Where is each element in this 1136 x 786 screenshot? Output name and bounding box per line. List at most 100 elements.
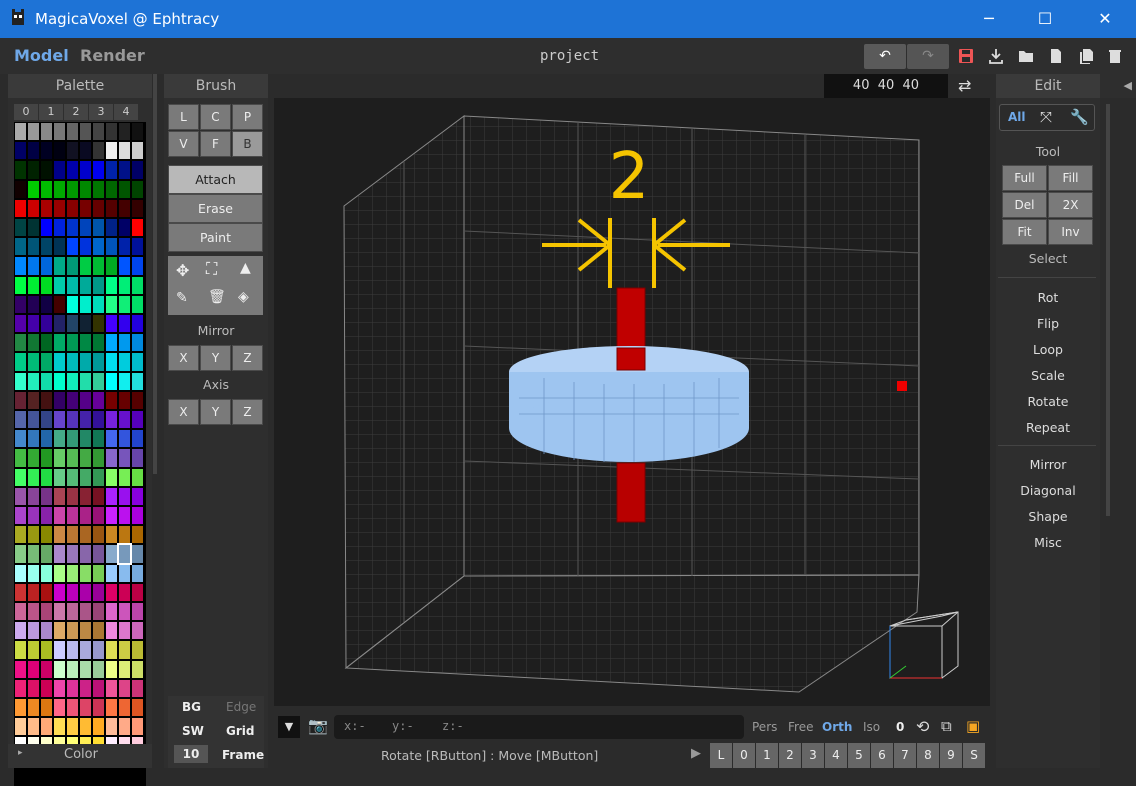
palette-swatch[interactable] [28, 199, 39, 217]
palette-swatch[interactable] [54, 276, 65, 294]
palette-swatch[interactable] [132, 679, 143, 697]
palette-swatch[interactable] [41, 315, 52, 333]
new-file-icon[interactable] [1047, 48, 1065, 66]
palette-swatch[interactable] [28, 276, 39, 294]
palette-swatch[interactable] [28, 334, 39, 352]
palette-swatch[interactable] [15, 180, 26, 198]
palette-swatch[interactable] [41, 430, 52, 448]
palette-swatch[interactable] [106, 622, 117, 640]
palette-swatch[interactable] [41, 660, 52, 678]
palette-swatch[interactable] [93, 123, 104, 141]
select-label[interactable]: Select [996, 251, 1100, 266]
palette-swatch[interactable] [93, 315, 104, 333]
palette-swatch[interactable] [119, 161, 130, 179]
palette-swatch[interactable] [67, 487, 78, 505]
palette-swatch[interactable] [28, 603, 39, 621]
cursor-icon[interactable]: ▲ [240, 260, 251, 276]
palette-swatch[interactable] [67, 142, 78, 160]
palette-swatch[interactable] [132, 411, 143, 429]
view-iso[interactable]: Iso [863, 720, 880, 734]
palette-swatch[interactable] [119, 679, 130, 697]
palette-swatch[interactable] [119, 699, 130, 717]
palette-swatch[interactable] [132, 257, 143, 275]
palette-swatch[interactable] [93, 353, 104, 371]
bg-toggle[interactable]: BG [182, 700, 201, 714]
frame-5-button[interactable]: 5 [848, 743, 870, 768]
brush-f-button[interactable]: F [200, 131, 231, 157]
palette-swatch[interactable] [93, 583, 104, 601]
sw-toggle[interactable]: SW [182, 724, 204, 738]
palette-swatch[interactable] [132, 449, 143, 467]
palette-swatch[interactable] [119, 449, 130, 467]
palette-swatch[interactable] [106, 507, 117, 525]
brush-mode-paint[interactable]: Paint [168, 223, 263, 252]
palette-swatch[interactable] [80, 526, 91, 544]
palette-swatch[interactable] [41, 468, 52, 486]
palette-swatch[interactable] [28, 699, 39, 717]
palette-swatch[interactable] [28, 295, 39, 313]
palette-swatch[interactable] [54, 468, 65, 486]
palette-swatch[interactable] [28, 180, 39, 198]
palette-swatch[interactable] [15, 123, 26, 141]
palette-swatch[interactable] [132, 199, 143, 217]
palette-swatch[interactable] [54, 583, 65, 601]
palette-swatch[interactable] [119, 622, 130, 640]
edit-flip-button[interactable]: Flip [998, 314, 1098, 334]
palette-swatch[interactable] [80, 411, 91, 429]
palette-swatch[interactable] [106, 660, 117, 678]
palette-swatch[interactable] [93, 238, 104, 256]
frame-7-button[interactable]: 7 [894, 743, 916, 768]
palette-swatch[interactable] [106, 123, 117, 141]
palette-swatch[interactable] [80, 487, 91, 505]
palette-swatch[interactable] [54, 641, 65, 659]
palette-swatch[interactable] [106, 353, 117, 371]
palette-swatch[interactable] [28, 679, 39, 697]
minimize-button[interactable]: ─ [966, 0, 1012, 38]
palette-swatch[interactable] [93, 430, 104, 448]
palette-swatch[interactable] [132, 276, 143, 294]
copy-file-icon[interactable] [1077, 48, 1095, 66]
palette-tab-0[interactable]: 0 [14, 104, 38, 120]
palette-swatch[interactable] [15, 391, 26, 409]
palette-swatch[interactable] [106, 142, 117, 160]
palette-swatch[interactable] [67, 430, 78, 448]
palette-swatch[interactable] [119, 315, 130, 333]
edit-misc-button[interactable]: Misc [998, 533, 1098, 553]
trash-icon[interactable] [1106, 48, 1124, 66]
palette-swatch[interactable] [106, 238, 117, 256]
reset-rotation-icon[interactable]: ⟲ [916, 717, 929, 736]
picker-icon[interactable]: ✎ [176, 290, 188, 306]
palette-swatch[interactable] [132, 430, 143, 448]
palette-swatch[interactable] [132, 161, 143, 179]
palette-swatch[interactable] [15, 660, 26, 678]
palette-swatch[interactable] [54, 334, 65, 352]
palette-swatch[interactable] [132, 507, 143, 525]
palette-swatch[interactable] [67, 219, 78, 237]
voxel-viewport[interactable]: 2 [274, 98, 990, 706]
palette-swatch[interactable] [80, 199, 91, 217]
palette-swatch[interactable] [54, 699, 65, 717]
palette-swatch[interactable] [15, 353, 26, 371]
palette-swatch[interactable] [67, 583, 78, 601]
palette-swatch[interactable] [67, 276, 78, 294]
palette-swatch[interactable] [15, 257, 26, 275]
palette-swatch[interactable] [67, 699, 78, 717]
collapse-arrow-icon[interactable]: ◀ [1100, 74, 1136, 98]
palette-swatch[interactable] [28, 641, 39, 659]
palette-swatch[interactable] [54, 487, 65, 505]
palette-swatch[interactable] [132, 564, 143, 582]
frame-count[interactable]: 10 [174, 745, 208, 763]
dropdown-icon[interactable]: ▼ [278, 716, 300, 738]
palette-swatch[interactable] [132, 545, 143, 563]
palette-swatch[interactable] [132, 391, 143, 409]
palette-swatch[interactable] [41, 353, 52, 371]
palette-swatch[interactable] [106, 699, 117, 717]
palette-swatch[interactable] [41, 391, 52, 409]
palette-swatch[interactable] [67, 545, 78, 563]
palette-swatch[interactable] [119, 295, 130, 313]
palette-swatch[interactable] [93, 411, 104, 429]
palette-swatch[interactable] [93, 487, 104, 505]
palette-tab-1[interactable]: 1 [39, 104, 63, 120]
tool-inv-button[interactable]: Inv [1048, 219, 1093, 245]
view-free[interactable]: Free [788, 720, 813, 734]
